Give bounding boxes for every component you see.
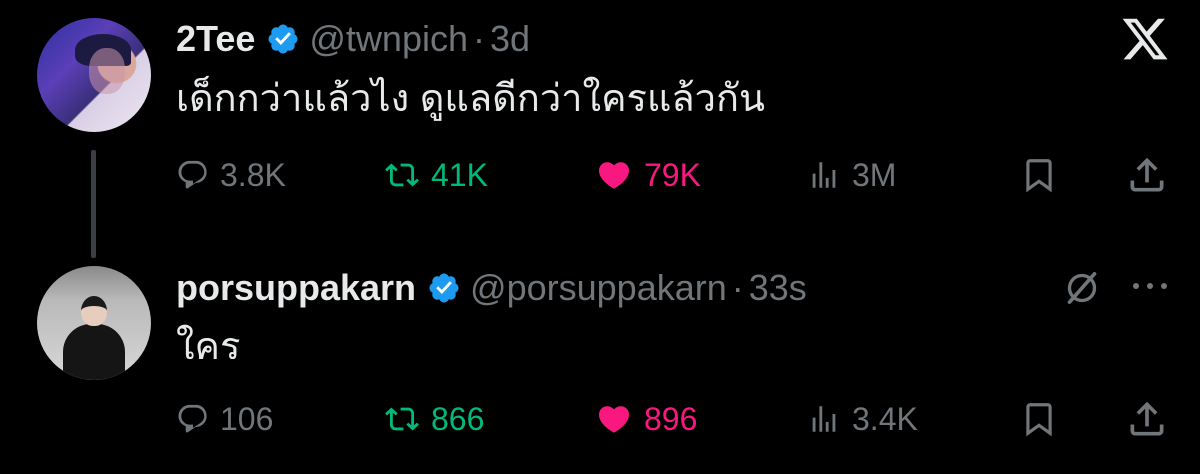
retweet-icon bbox=[385, 163, 419, 187]
tweet-2-header: porsuppakarn @porsuppakarn · 33s bbox=[176, 267, 807, 309]
bookmark-icon bbox=[1026, 403, 1052, 437]
reply-button[interactable]: 106 bbox=[176, 394, 273, 444]
views-button[interactable]: 3.4K bbox=[806, 394, 918, 444]
tweet-1-handle[interactable]: @twnpich bbox=[309, 18, 468, 60]
tweet-1-timestamp[interactable]: 3d bbox=[490, 18, 530, 60]
views-count: 3M bbox=[852, 156, 897, 193]
retweet-button[interactable]: 866 bbox=[383, 394, 484, 444]
bookmark-button[interactable] bbox=[1020, 394, 1058, 444]
reply-icon bbox=[178, 404, 207, 433]
avatar-face bbox=[89, 48, 125, 94]
tweet-1-display-name[interactable]: 2Tee bbox=[176, 18, 255, 60]
share-icon bbox=[1130, 401, 1164, 436]
views-button[interactable]: 3M bbox=[806, 150, 896, 200]
verified-badge-icon bbox=[268, 24, 298, 54]
verified-badge-icon bbox=[429, 273, 459, 303]
tweet-1-actions: 3.8K 41K 79K 3M bbox=[0, 150, 1200, 200]
tweet-1-text: เด็กกว่าแล้วไง ดูแลดีกว่าใครแล้วกัน bbox=[176, 78, 765, 120]
like-heart-icon bbox=[598, 162, 630, 189]
like-count: 896 bbox=[644, 400, 698, 437]
reply-count: 3.8K bbox=[220, 156, 286, 193]
tweet-2-timestamp[interactable]: 33s bbox=[749, 267, 807, 309]
more-icon[interactable] bbox=[1128, 276, 1172, 296]
share-icon bbox=[1130, 157, 1164, 192]
like-button[interactable]: 79K bbox=[594, 150, 701, 200]
reply-button[interactable]: 3.8K bbox=[176, 150, 286, 200]
tweet-2-display-name[interactable]: porsuppakarn bbox=[176, 267, 416, 309]
like-heart-icon bbox=[598, 406, 630, 433]
separator-dot: · bbox=[473, 18, 485, 59]
bookmark-icon bbox=[1026, 159, 1052, 193]
tweet-2-handle[interactable]: @porsuppakarn bbox=[470, 267, 727, 309]
share-button[interactable] bbox=[1125, 150, 1169, 200]
views-count: 3.4K bbox=[852, 400, 918, 437]
retweet-count: 866 bbox=[431, 400, 485, 437]
like-button[interactable]: 896 bbox=[594, 394, 697, 444]
avatar-porsuppakarn[interactable] bbox=[37, 266, 151, 380]
retweet-button[interactable]: 41K bbox=[383, 150, 488, 200]
reply-icon bbox=[178, 160, 207, 189]
reply-count: 106 bbox=[220, 400, 274, 437]
bookmark-button[interactable] bbox=[1020, 150, 1058, 200]
avatar-head bbox=[81, 296, 107, 326]
like-count: 79K bbox=[644, 156, 701, 193]
x-logo-icon[interactable] bbox=[1120, 14, 1170, 64]
tweet-2-text: ใคร bbox=[176, 326, 241, 368]
views-chart-icon bbox=[812, 406, 836, 432]
grok-icon[interactable] bbox=[1062, 268, 1102, 308]
avatar-2tee[interactable] bbox=[37, 18, 151, 132]
tweet-2-actions: 106 866 896 3.4K bbox=[0, 394, 1200, 444]
share-button[interactable] bbox=[1125, 394, 1169, 444]
thread-connector-line bbox=[91, 150, 96, 258]
avatar-body bbox=[63, 324, 125, 380]
retweet-icon bbox=[385, 407, 419, 431]
separator-dot: · bbox=[731, 267, 744, 308]
avatar-figure bbox=[63, 296, 125, 380]
views-chart-icon bbox=[812, 162, 836, 188]
retweet-count: 41K bbox=[431, 156, 488, 193]
tweet-1-header: 2Tee @twnpich · 3d bbox=[176, 18, 530, 60]
